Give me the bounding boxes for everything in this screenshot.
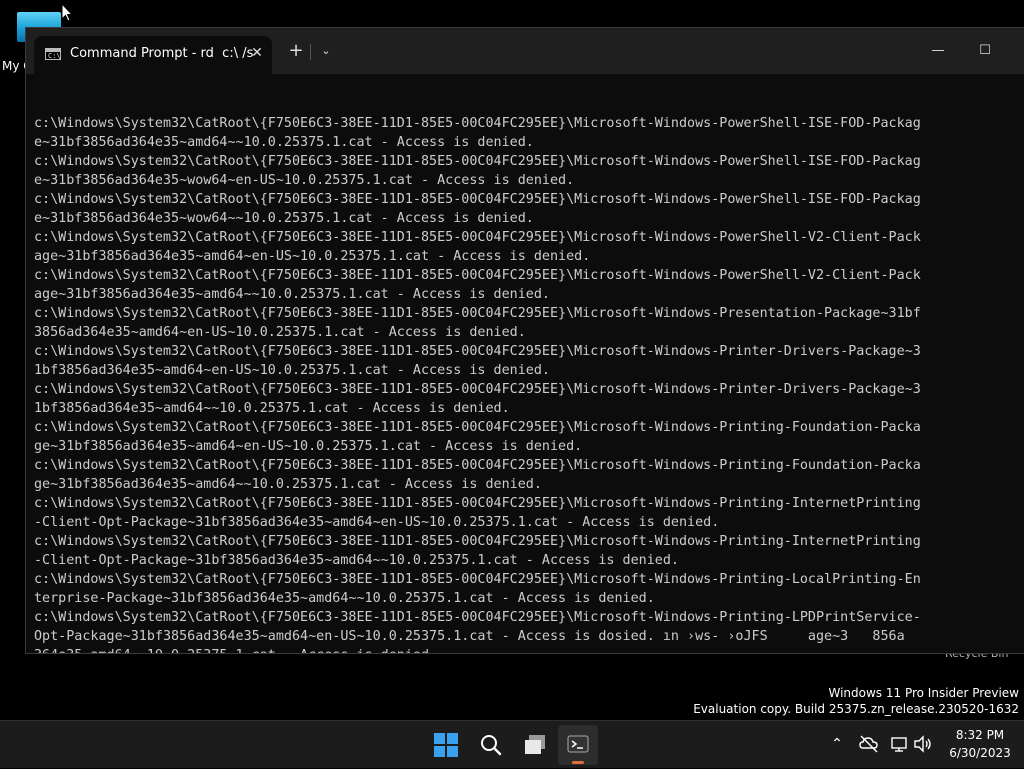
minimize-button[interactable]: — [916,36,960,66]
console-output[interactable]: c:\Windows\System32\CatRoot\{F750E6C3-38… [34,76,1024,653]
console-line: 1bf3856ad364e35~amd64~en-US~10.0.25375.1… [34,363,550,378]
console-line: 3856ad364e35~amd64~en-US~10.0.25375.1.ca… [34,325,526,340]
console-line: c:\Windows\System32\CatRoot\{F750E6C3-38… [34,458,921,473]
volume-icon[interactable] [912,733,934,755]
console-line: e~31bf3856ad364e35~wow64~~10.0.25375.1.c… [34,211,534,226]
tab-dropdown-button[interactable]: ⌄ [315,40,337,62]
taskbar-terminal-button[interactable] [558,725,598,765]
console-line: e~31bf3856ad364e35~amd64~~10.0.25375.1.c… [34,135,534,150]
console-line: c:\Windows\System32\CatRoot\{F750E6C3-38… [34,192,921,207]
console-line: 1bf3856ad364e35~amd64~~10.0.25375.1.cat … [34,401,510,416]
clock-time: 8:32 PM [955,728,1005,742]
close-tab-button[interactable]: ✕ [246,42,268,64]
network-icon[interactable] [889,733,911,755]
console-line: age~31bf3856ad364e35~amd64~~10.0.25375.1… [34,287,550,302]
terminal-window: C:\ Command Prompt - rd c:\ /s ✕ + ⌄ — ☐… [25,27,1024,654]
console-line: Opt-Package~31bf3856ad364e35~amd64~en-US… [34,629,905,644]
terminal-icon [567,735,589,753]
console-line: c:\Windows\System32\CatRoot\{F750E6C3-38… [34,382,921,397]
console-line: ge~31bf3856ad364e35~amd64~~10.0.25375.1.… [34,477,542,492]
console-line: c:\Windows\System32\CatRoot\{F750E6C3-38… [34,268,921,283]
tab-title: Command Prompt - rd c:\ /s [70,46,254,61]
start-button[interactable] [426,725,466,765]
search-icon [481,735,502,756]
console-line: e~31bf3856ad364e35~wow64~en-US~10.0.2537… [34,173,575,188]
console-line: c:\Windows\System32\CatRoot\{F750E6C3-38… [34,420,921,435]
console-line: c:\Windows\System32\CatRoot\{F750E6C3-38… [34,496,921,511]
taskbar: ⌃ 8:32 PM 6/30/2023 [0,720,1024,768]
console-line: terprise-Package~31bf3856ad364e35~amd64~… [34,591,655,606]
clock-date: 6/30/2023 [949,746,1011,760]
windows-logo-icon [434,733,458,757]
console-line: c:\Windows\System32\CatRoot\{F750E6C3-38… [34,230,921,245]
console-line: c:\Windows\System32\CatRoot\{F750E6C3-38… [34,610,921,625]
console-line: c:\Windows\System32\CatRoot\{F750E6C3-38… [34,154,921,169]
console-line: -Client-Opt-Package~31bf3856ad364e35~amd… [34,515,720,530]
mouse-cursor-icon [61,3,73,22]
tab-separator [310,44,311,60]
tab-command-prompt[interactable]: C:\ Command Prompt - rd c:\ /s ✕ [34,36,272,74]
show-hidden-icons-button[interactable]: ⌃ [826,733,848,755]
console-line: age~31bf3856ad364e35~amd64~en-US~10.0.25… [34,249,591,264]
evaluation-watermark: Windows 11 Pro Insider Preview Evaluatio… [693,685,1019,717]
active-app-indicator [572,761,584,764]
maximize-button[interactable]: ☐ [963,36,1007,66]
watermark-line-1: Windows 11 Pro Insider Preview [828,686,1019,700]
system-clock[interactable]: 8:32 PM 6/30/2023 [940,726,1020,762]
search-button[interactable] [471,725,511,765]
console-line: ge~31bf3856ad364e35~amd64~en-US~10.0.253… [34,439,583,454]
console-line: c:\Windows\System32\CatRoot\{F750E6C3-38… [34,116,921,131]
cloud-offline-icon[interactable] [858,733,880,755]
console-line: c:\Windows\System32\CatRoot\{F750E6C3-38… [34,306,921,321]
watermark-line-2: Evaluation copy. Build 25375.zn_release.… [693,702,1019,716]
console-line: 364e35~amd64~~10.0.25375.1.cat - Access … [34,646,1024,653]
command-prompt-icon: C:\ [45,48,61,60]
console-line: -Client-Opt-Package~31bf3856ad364e35~amd… [34,553,679,568]
task-view-button[interactable] [516,725,556,765]
console-line: c:\Windows\System32\CatRoot\{F750E6C3-38… [34,572,921,587]
task-view-icon [525,735,545,754]
console-line: c:\Windows\System32\CatRoot\{F750E6C3-38… [34,534,921,549]
new-tab-button[interactable]: + [285,40,307,62]
title-bar[interactable]: C:\ Command Prompt - rd c:\ /s ✕ + ⌄ — ☐ [26,28,1024,74]
console-line: c:\Windows\System32\CatRoot\{F750E6C3-38… [34,344,921,359]
